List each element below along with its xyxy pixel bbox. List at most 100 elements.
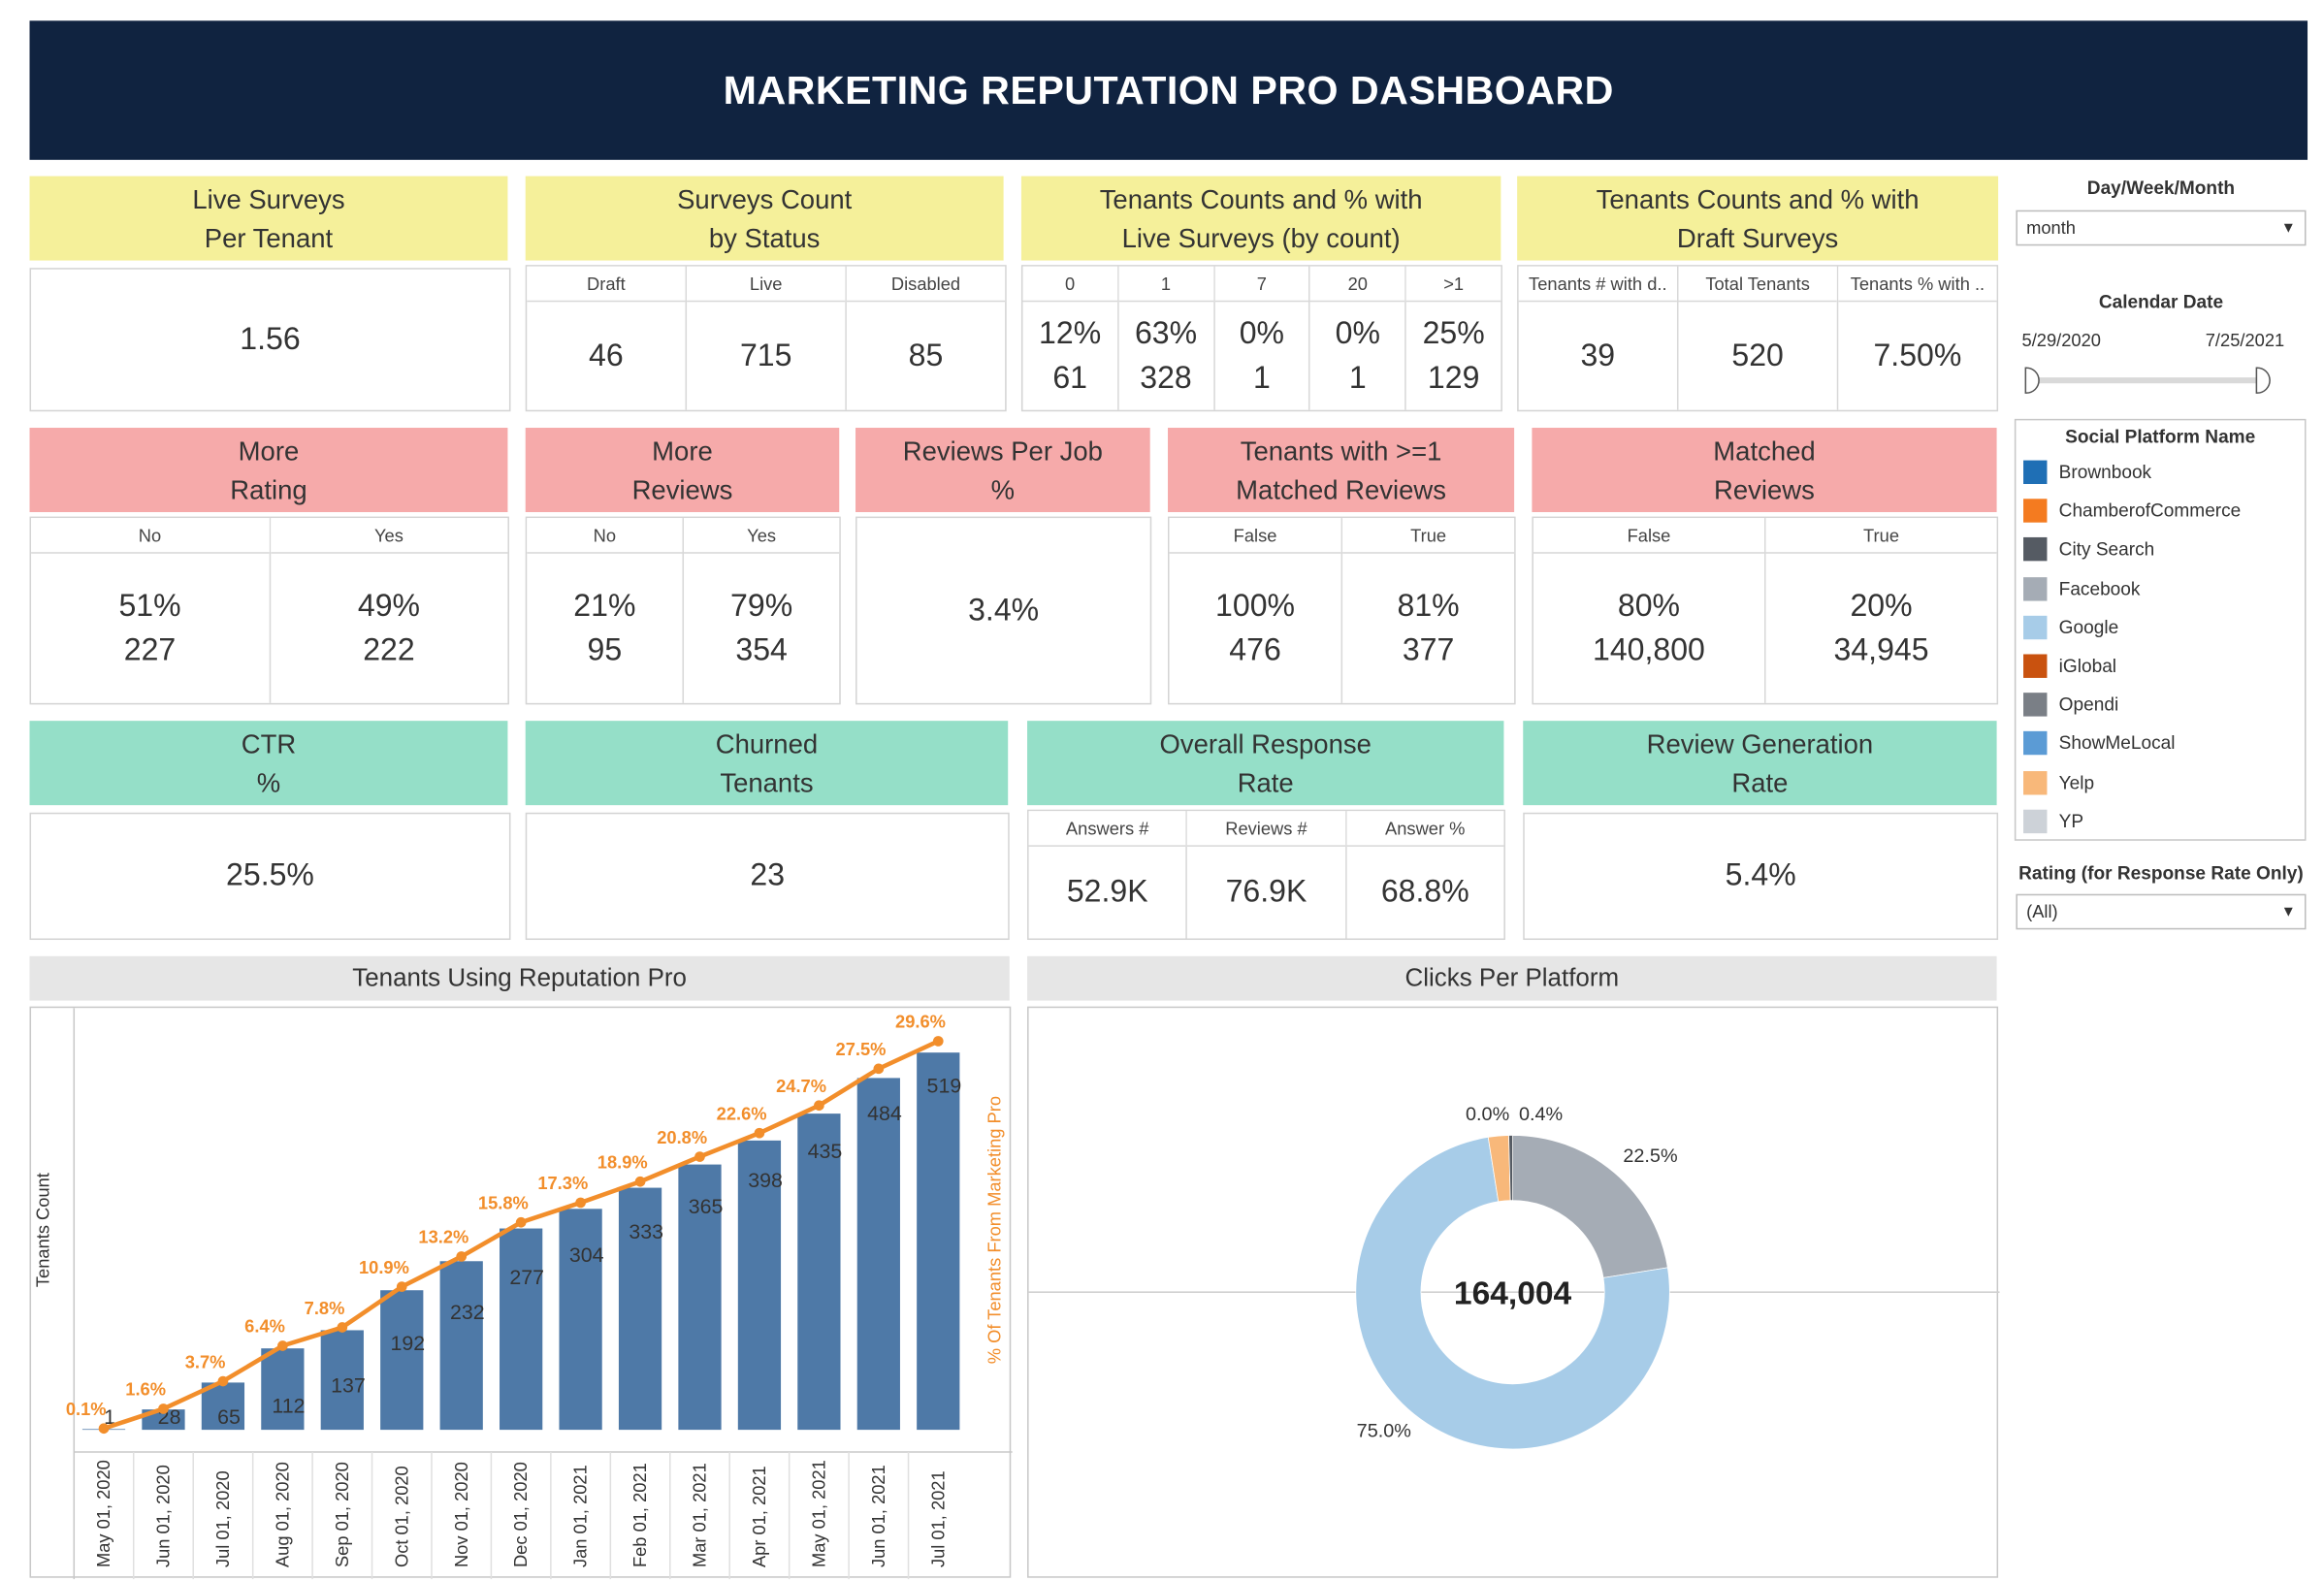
legend-item-yelp[interactable]: Yelp [2016, 763, 2305, 802]
x-tick-label: Jul 01, 2020 [212, 1470, 233, 1567]
column-value: 79% 354 [684, 554, 839, 703]
column-header: Tenants % with .. [1838, 266, 1997, 303]
count-value: 227 [123, 632, 177, 667]
column-header: 7 [1214, 266, 1309, 303]
slice-label: 75.0% [1357, 1421, 1411, 1442]
tenants-chart-title: Tenants Using Reputation Pro [29, 955, 1010, 1001]
x-tick-label: Nov 01, 2020 [451, 1462, 471, 1567]
tenants-live-table: 0 12% 61 1 63% 328 7 0% 1 20 0% 1 >1 25% 129 [1020, 265, 1502, 412]
percent-label: 22.6% [717, 1103, 767, 1123]
donut-center-total: 164,004 [1454, 1275, 1572, 1311]
percent-label: 17.3% [537, 1173, 588, 1193]
reviews-per-job-value: 3.4% [855, 516, 1152, 705]
column-header: Total Tenants [1678, 266, 1837, 303]
legend-item-showmelocal[interactable]: ShowMeLocal [2016, 725, 2305, 763]
surveys-count-col: Draft 46 [527, 266, 688, 410]
surveys-count-col: Disabled 85 [846, 266, 1006, 410]
column-value: 68.8% [1380, 874, 1469, 909]
legend-item-google[interactable]: Google [2016, 608, 2305, 647]
percent-label: 13.2% [418, 1227, 468, 1247]
tenants-live-col: 1 63% 328 [1118, 266, 1215, 410]
legend-item-chamberofcommerce[interactable]: ChamberofCommerce [2016, 492, 2305, 531]
percent-point [634, 1176, 646, 1187]
slider-start-handle[interactable] [2024, 367, 2040, 394]
column-header: 1 [1118, 266, 1213, 303]
legend-item-yp[interactable]: YP [2016, 802, 2305, 841]
tenants-live-col: >1 25% 129 [1405, 266, 1501, 410]
platform-legend: Social Platform Name Brownbook ChamberofC… [2014, 418, 2307, 841]
tenants-matched-col: True 81% 377 [1342, 518, 1515, 703]
period-value: month [2026, 217, 2077, 239]
rating-label: Rating (for Response Rate Only) [2018, 862, 2304, 885]
response-rate-col: Answer % 68.8% [1346, 811, 1504, 938]
tenants-draft-col: Total Tenants 520 [1678, 266, 1839, 410]
x-tick-label: Mar 01, 2021 [690, 1463, 710, 1567]
tenants-chart: Tenants Count % Of Tenants From Marketing… [29, 1006, 1013, 1580]
legend-label: Yelp [2058, 771, 2095, 793]
legend-label: YP [2058, 810, 2084, 832]
date-range-slider[interactable] [2024, 367, 2279, 394]
percent-label: 7.8% [305, 1298, 345, 1318]
x-tick-label: Jun 01, 2020 [153, 1465, 174, 1567]
bar-value-label: 435 [808, 1140, 843, 1163]
x-tick-label: Feb 01, 2021 [629, 1463, 650, 1567]
matched-reviews-table: False 80% 140,800 True 20% 34,945 [1532, 516, 1999, 705]
matched-reviews-header: Matched Reviews [1532, 428, 1997, 512]
percent-point [396, 1281, 407, 1292]
more-rating-col: Yes 49% 222 [270, 518, 508, 703]
rating-select[interactable]: (All) ▼ [2016, 893, 2307, 930]
percent-label: 6.4% [244, 1316, 285, 1337]
x-tick-label: May 01, 2020 [93, 1460, 113, 1567]
column-value: 46 [589, 338, 624, 372]
percent-label: 15.8% [478, 1192, 529, 1212]
count-value: 1 [1252, 360, 1271, 395]
more-reviews-table: No 21% 95 Yes 79% 354 [525, 516, 841, 705]
x-tick-label: Apr 01, 2021 [749, 1466, 769, 1567]
column-header: Yes [270, 518, 508, 554]
legend-item-city-search[interactable]: City Search [2016, 531, 2305, 569]
legend-swatch [2023, 615, 2048, 639]
x-tick-label: Sep 01, 2020 [332, 1462, 352, 1567]
column-header: 0 [1022, 266, 1117, 303]
bar-value-label: 333 [629, 1220, 663, 1243]
count-value: 1 [1348, 360, 1367, 395]
column-header: >1 [1405, 266, 1501, 303]
legend-swatch [2023, 537, 2048, 563]
legend-item-facebook[interactable]: Facebook [2016, 569, 2305, 608]
legend-label: iGlobal [2058, 656, 2117, 677]
legend-swatch [2023, 460, 2048, 485]
column-header: False [1169, 518, 1341, 554]
column-value: 85 [908, 338, 944, 372]
percent-value: 25% [1422, 315, 1485, 350]
legend-item-opendi[interactable]: Opendi [2016, 686, 2305, 725]
bar-value-label: 65 [217, 1405, 241, 1429]
percent-label: 10.9% [359, 1257, 409, 1277]
count-value: 61 [1052, 360, 1087, 395]
review-gen-header: Review Generation Rate [1523, 721, 1997, 806]
column-header: True [1342, 518, 1515, 554]
response-rate-table: Answers # 52.9K Reviews # 76.9K Answer % 68.8… [1027, 809, 1505, 941]
column-header: Draft [527, 266, 686, 303]
legend-item-brownbook[interactable]: Brownbook [2016, 453, 2305, 492]
legend-swatch [2023, 499, 2048, 524]
legend-label: City Search [2058, 539, 2155, 561]
slider-end-handle[interactable] [2255, 367, 2271, 394]
chevron-down-icon: ▼ [2280, 219, 2296, 237]
percent-point [694, 1151, 705, 1162]
more-rating-table: No 51% 227 Yes 49% 222 [29, 516, 509, 705]
column-header: Live [687, 266, 846, 303]
legend-item-iglobal[interactable]: iGlobal [2016, 647, 2305, 686]
y2-axis-label: % Of Tenants From Marketing Pro [984, 1096, 1005, 1364]
more-reviews-col: Yes 79% 354 [684, 518, 840, 703]
tenants-live-col: 0 12% 61 [1022, 266, 1119, 410]
live-surveys-value: 1.56 [29, 268, 511, 412]
tenants-matched-table: False 100% 476 True 81% 377 [1168, 516, 1516, 705]
percent-point [337, 1322, 348, 1333]
legend-label: Opendi [2058, 694, 2119, 716]
ctr-value: 25.5% [29, 812, 511, 941]
reviews-per-job-header: Reviews Per Job % [855, 428, 1150, 512]
bar-value-label: 484 [867, 1102, 902, 1125]
more-reviews-header: More Reviews [525, 428, 840, 512]
column-value: 49% 222 [270, 554, 507, 703]
period-select[interactable]: month ▼ [2016, 210, 2307, 246]
